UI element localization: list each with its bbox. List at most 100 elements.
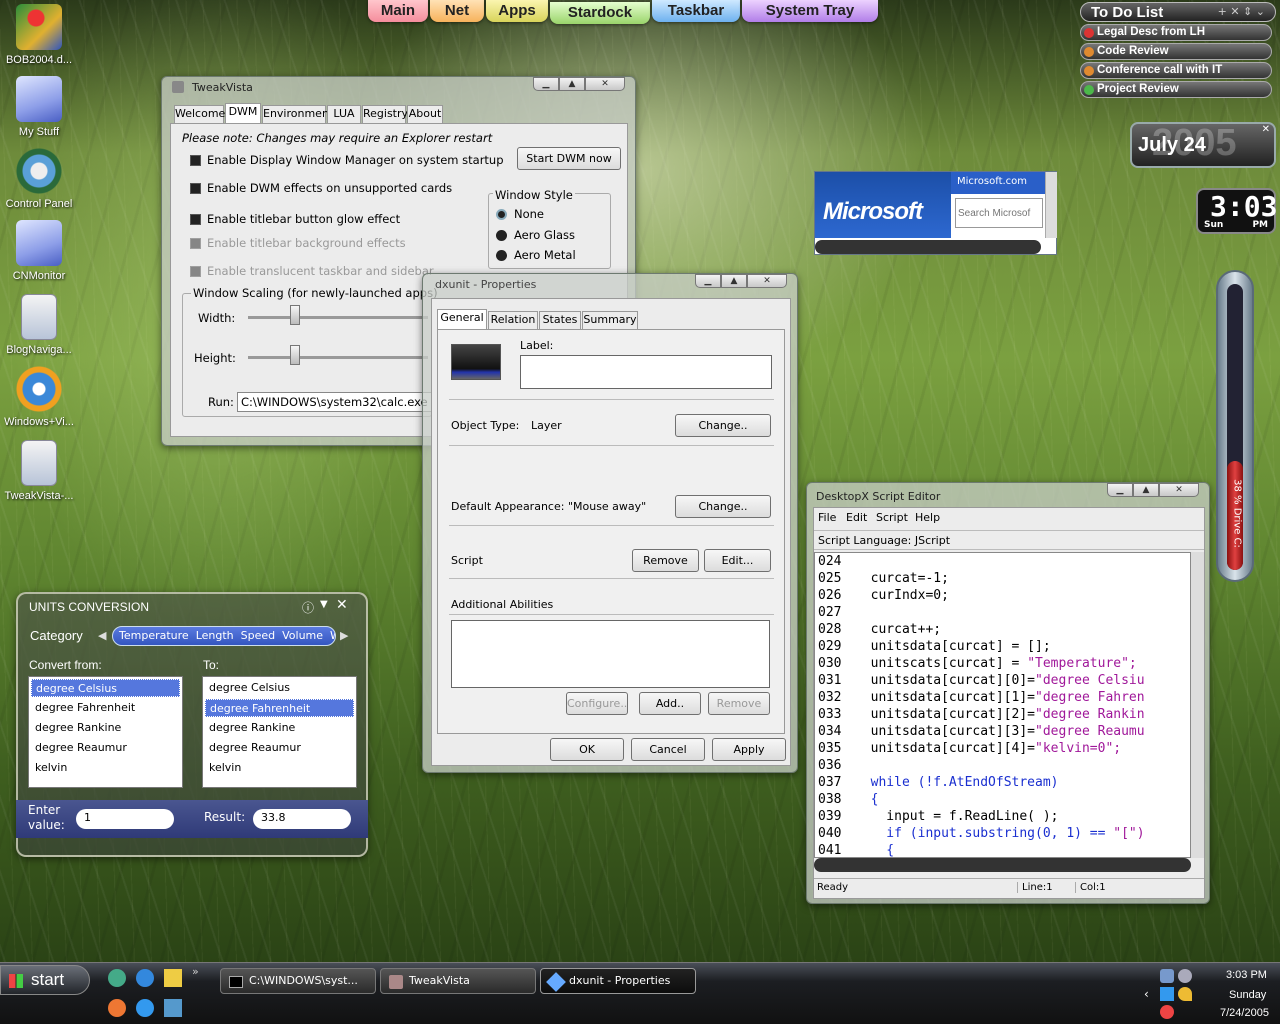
minimize-icon[interactable]: ▁: [533, 77, 559, 91]
ok-button[interactable]: OK: [550, 738, 624, 761]
arrow-right-icon[interactable]: ▶: [340, 629, 348, 642]
menu-help[interactable]: Help: [915, 511, 940, 524]
dock-system-tray[interactable]: System Tray: [742, 0, 878, 22]
key-icon[interactable]: [1178, 987, 1192, 1001]
abilities-list[interactable]: [451, 620, 770, 688]
change-type-button[interactable]: Change..: [675, 414, 771, 437]
run-input[interactable]: C:\WINDOWS\system32\calc.exe: [237, 392, 432, 412]
info-icon[interactable]: ⓘ: [302, 599, 314, 616]
desktop-icon-bob[interactable]: BOB2004.d...: [0, 4, 78, 66]
dock-taskbar[interactable]: Taskbar: [652, 0, 740, 22]
microsoft-search-input[interactable]: [955, 198, 1043, 228]
tab-environment[interactable]: Environment: [262, 105, 333, 123]
tab-lua[interactable]: LUA: [327, 105, 361, 123]
todo-item[interactable]: Conference call with IT: [1080, 62, 1272, 79]
tray-icon[interactable]: [1160, 1005, 1174, 1019]
unit-option[interactable]: kelvin: [205, 759, 354, 777]
desktop-icon-my-stuff[interactable]: My Stuff: [0, 76, 78, 138]
enter-value-input[interactable]: 1: [76, 809, 174, 829]
tab-welcome[interactable]: Welcome: [174, 105, 225, 123]
menu-file[interactable]: File: [818, 511, 836, 524]
remove-script-button[interactable]: Remove: [632, 549, 699, 572]
to-unit-list[interactable]: degree Celsius degree Fahrenheit degree Ra…: [202, 676, 357, 788]
unit-option[interactable]: degree Celsius: [31, 679, 180, 697]
maximize-icon[interactable]: ▲: [721, 274, 747, 288]
close-icon[interactable]: ✕: [336, 597, 348, 613]
maximize-icon[interactable]: ▲: [1133, 483, 1159, 497]
firefox-icon[interactable]: [108, 999, 126, 1017]
category-speed[interactable]: Speed: [241, 629, 275, 642]
chevron-left-icon[interactable]: ‹: [1144, 987, 1149, 1001]
quick-launch-icon[interactable]: [164, 999, 182, 1017]
desktop-icon-blognavigator[interactable]: BlogNaviga...: [0, 294, 78, 356]
tray-icon[interactable]: [1178, 969, 1192, 983]
radio[interactable]: [496, 250, 507, 261]
close-icon[interactable]: ✕: [1159, 483, 1199, 497]
checkbox[interactable]: [190, 214, 201, 225]
label-input[interactable]: [520, 355, 772, 389]
tray-icon[interactable]: [1160, 969, 1174, 983]
dock-main[interactable]: Main: [368, 0, 428, 22]
change-appearance-button[interactable]: Change..: [675, 495, 771, 518]
quick-launch-icon[interactable]: [164, 969, 182, 987]
ie-icon[interactable]: [136, 969, 154, 987]
unit-option[interactable]: degree Fahrenheit: [31, 699, 180, 717]
scrollbar-horizontal[interactable]: [815, 240, 1041, 254]
task-tweakvista[interactable]: TweakVista: [380, 968, 536, 994]
edit-script-button[interactable]: Edit...: [704, 549, 771, 572]
tab-general[interactable]: General: [437, 309, 487, 329]
height-slider[interactable]: [248, 356, 428, 359]
tab-registry[interactable]: Registry: [362, 105, 408, 123]
code-area[interactable]: 024 025 curcat=-1; 026 curIndx=0; 027 028 cu…: [814, 552, 1191, 858]
microsoft-link[interactable]: Microsoft.com: [957, 176, 1027, 187]
unit-option[interactable]: degree Rankine: [205, 719, 354, 737]
scrollbar-horizontal[interactable]: [814, 858, 1191, 872]
category-length[interactable]: Length: [196, 629, 234, 642]
remove-ability-button[interactable]: Remove: [708, 692, 770, 715]
dock-net[interactable]: Net: [430, 0, 484, 22]
menu-edit[interactable]: Edit: [846, 511, 867, 524]
task-dxunit-active[interactable]: dxunit - Properties: [540, 968, 696, 994]
slider-thumb[interactable]: [290, 305, 300, 325]
search-icon[interactable]: [136, 999, 154, 1017]
unit-option[interactable]: degree Rankine: [31, 719, 180, 737]
tab-about[interactable]: About: [407, 105, 443, 123]
scrollbar-vertical[interactable]: [1191, 552, 1204, 858]
category-temperature[interactable]: Temperature: [119, 629, 189, 642]
close-icon[interactable]: ✕: [747, 274, 787, 288]
todo-item[interactable]: Legal Desc from LH: [1080, 24, 1272, 41]
chevron-down-icon[interactable]: ▼: [320, 599, 328, 610]
tray-icon[interactable]: [1160, 987, 1174, 1001]
checkbox[interactable]: [190, 238, 201, 249]
tab-summary[interactable]: Summary: [582, 311, 638, 329]
width-slider[interactable]: [248, 316, 428, 319]
todo-controls-icon[interactable]: + ✕ ⇕ ⌄: [1218, 5, 1265, 18]
tab-relation[interactable]: Relation: [488, 311, 538, 329]
desktop-icon-tweakvista[interactable]: TweakVista-...: [0, 440, 78, 502]
menu-script[interactable]: Script: [876, 511, 908, 524]
maximize-icon[interactable]: ▲: [559, 77, 585, 91]
clock-time-text[interactable]: 3:03 PM: [1226, 969, 1267, 981]
cancel-button[interactable]: Cancel: [631, 738, 705, 761]
desktop-icon-control-panel[interactable]: Control Panel: [0, 148, 78, 210]
chevron-right-icon[interactable]: »: [192, 965, 199, 978]
configure-button[interactable]: Configure..: [566, 692, 628, 715]
checkbox[interactable]: [190, 155, 201, 166]
add-button[interactable]: Add..: [639, 692, 701, 715]
start-button[interactable]: start: [0, 965, 90, 995]
task-cmd[interactable]: C:\WINDOWS\syst...: [220, 968, 376, 994]
from-unit-list[interactable]: degree Celsius degree Fahrenheit degree Ra…: [28, 676, 183, 788]
unit-option[interactable]: degree Celsius: [205, 679, 354, 697]
dock-apps[interactable]: Apps: [486, 0, 548, 22]
checkbox[interactable]: [190, 266, 201, 277]
quick-launch-icon[interactable]: [108, 969, 126, 987]
unit-option[interactable]: degree Reaumur: [31, 739, 180, 757]
close-icon[interactable]: ✕: [585, 77, 625, 91]
radio[interactable]: [496, 230, 507, 241]
close-icon[interactable]: ✕: [1262, 124, 1270, 135]
unit-option[interactable]: kelvin: [31, 759, 180, 777]
unit-option[interactable]: degree Fahrenheit: [205, 699, 354, 717]
radio-selected[interactable]: [496, 209, 507, 220]
dock-stardock[interactable]: Stardock: [550, 2, 650, 24]
todo-item[interactable]: Code Review: [1080, 43, 1272, 60]
